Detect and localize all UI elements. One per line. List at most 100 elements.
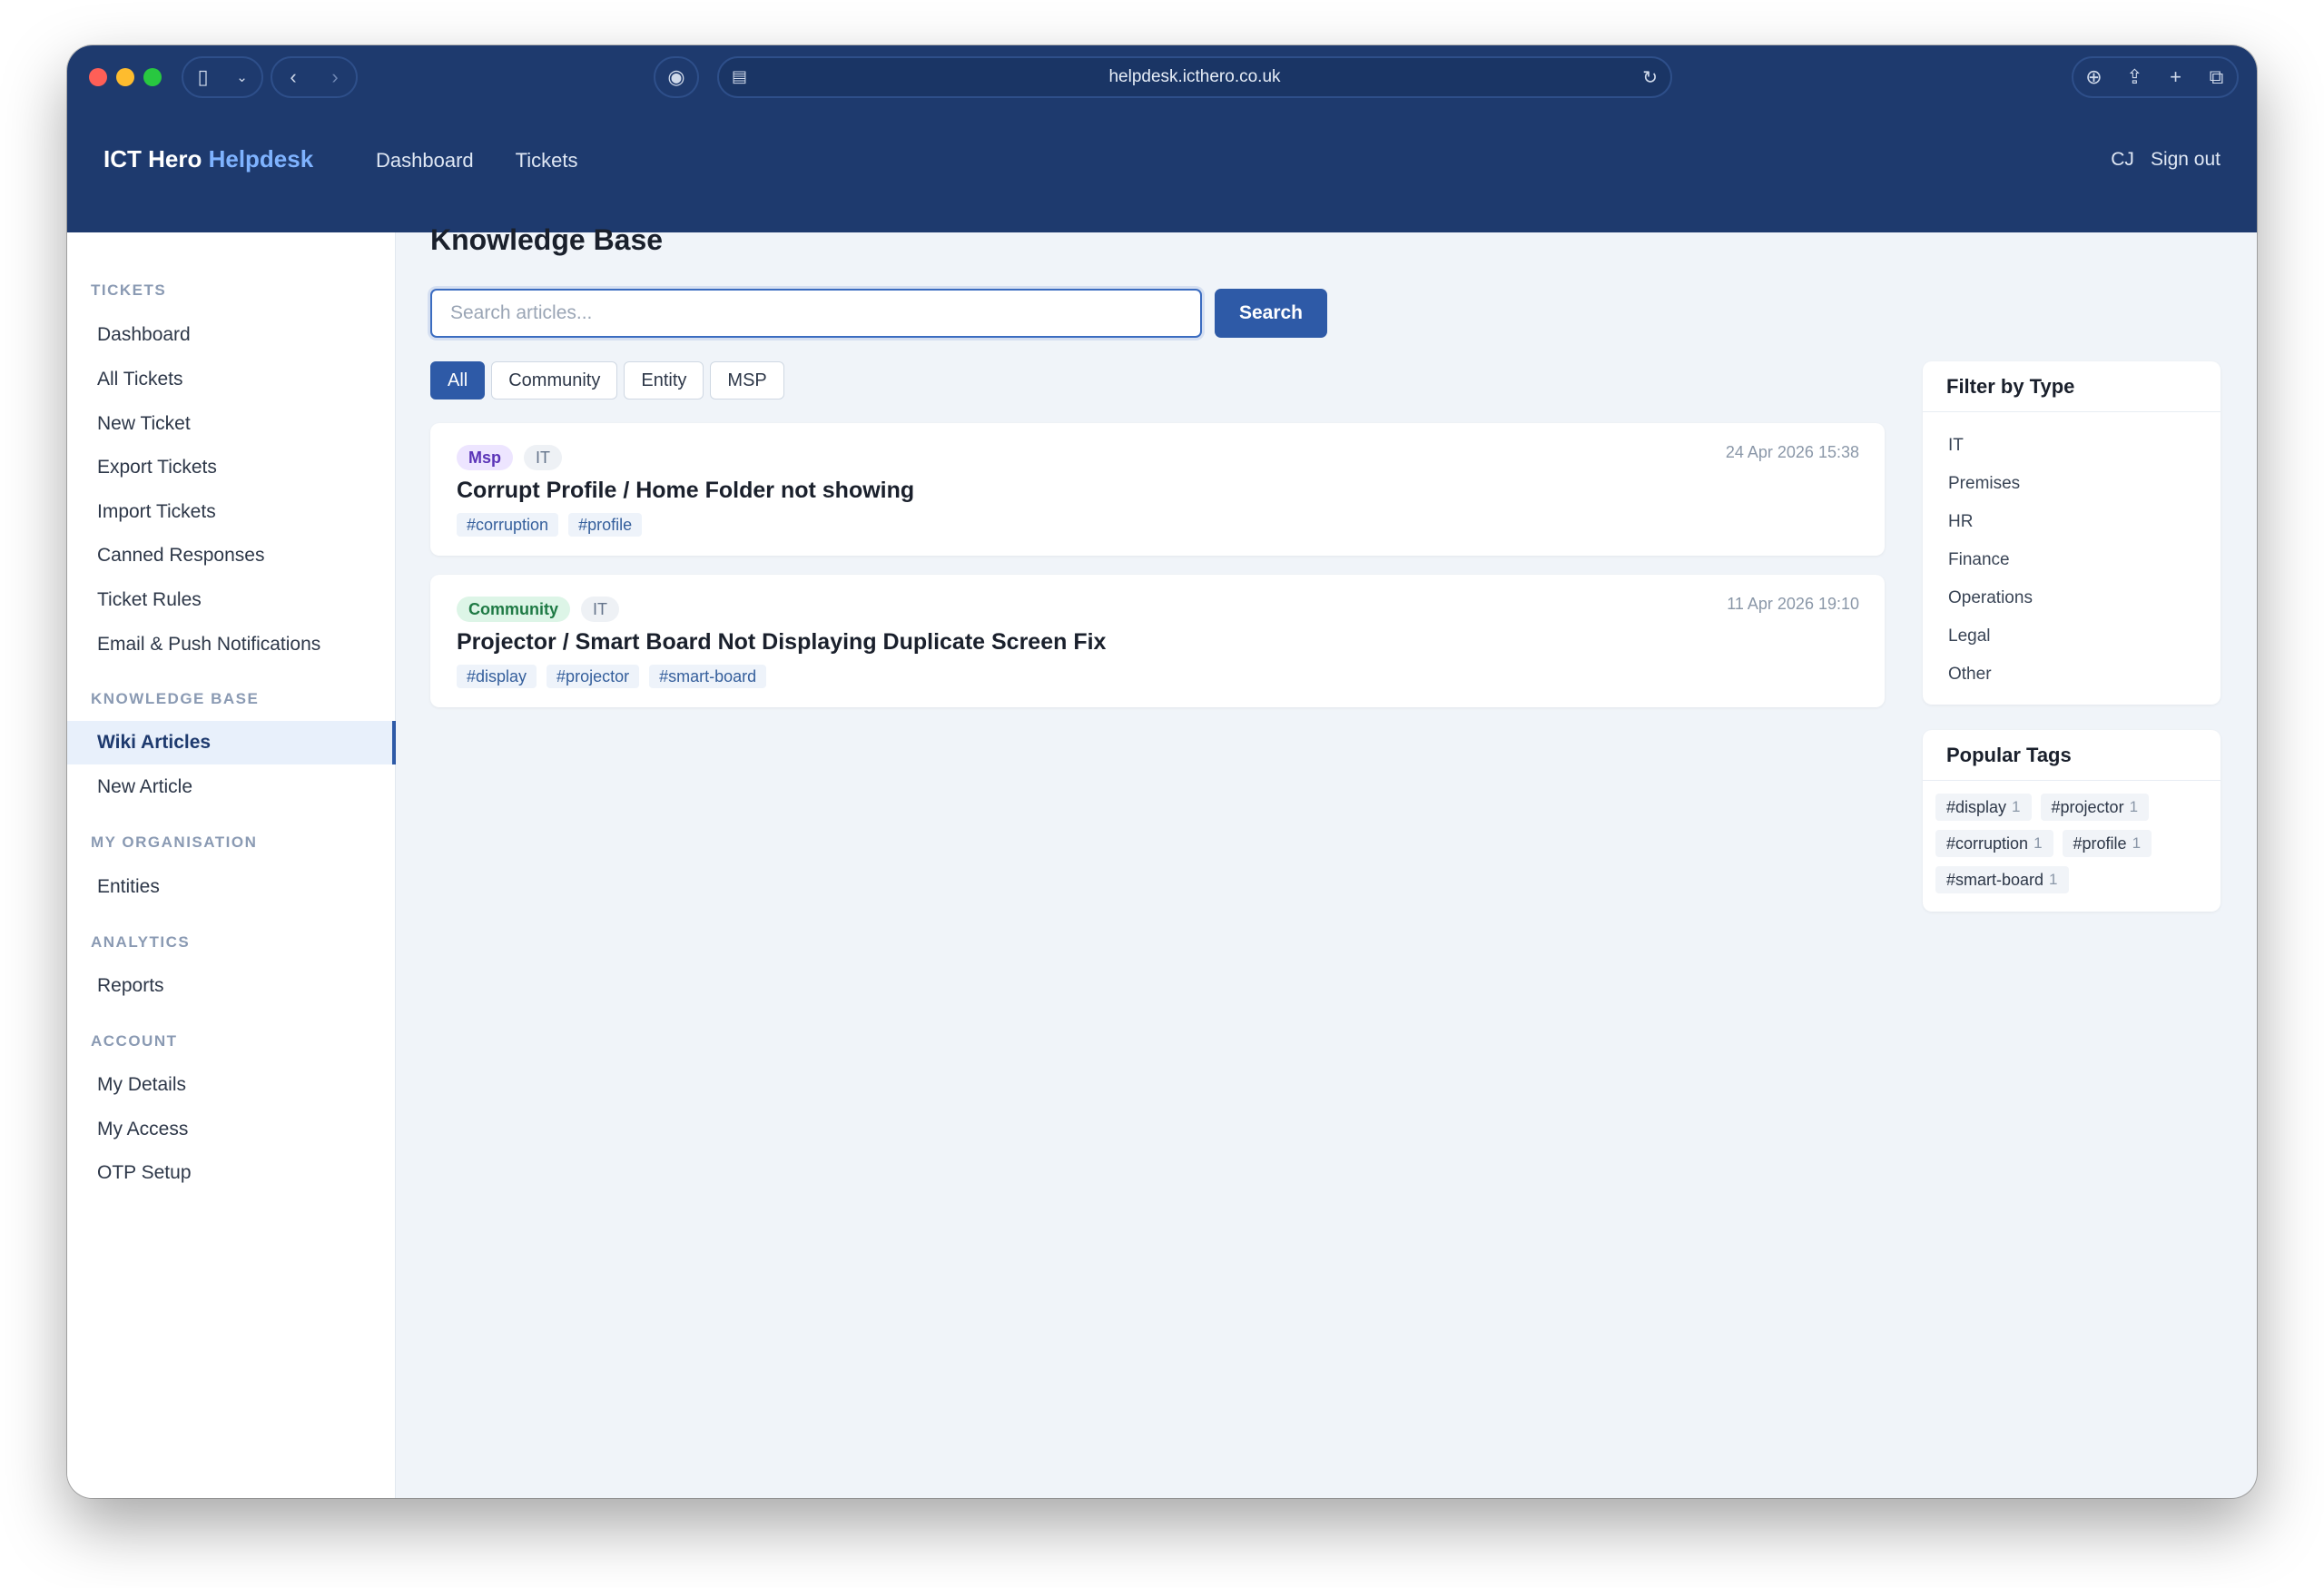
close-window-button[interactable] [89, 68, 107, 86]
site-settings-icon[interactable]: ▤ [732, 67, 747, 86]
search-input[interactable] [430, 289, 1202, 338]
type-filter-premises[interactable]: Premises [1948, 474, 2020, 494]
popular-tag-name: #projector [2051, 797, 2124, 816]
browser-window: ▯ ⌄ ‹ › ◉ ▤ helpdesk.icthero.co.uk ↻ ⊕ ⇪… [67, 45, 2257, 1498]
tag-chip[interactable]: #smart-board [649, 665, 767, 688]
article-tags: #corruption #profile [457, 513, 643, 537]
forward-icon[interactable]: › [321, 65, 349, 89]
sidebar-item-reports[interactable]: Reports [67, 964, 396, 1008]
zoom-window-button[interactable] [143, 68, 162, 86]
sidebar-item-wiki-articles[interactable]: Wiki Articles [67, 721, 396, 764]
nav-tickets[interactable]: Tickets [516, 149, 578, 173]
sidebar-item-notifications[interactable]: Email & Push Notifications [67, 623, 396, 666]
tab-entity[interactable]: Entity [624, 361, 704, 399]
article-date: 24 Apr 2026 15:38 [1725, 443, 1859, 461]
sidebar-item-all-tickets[interactable]: All Tickets [67, 358, 396, 401]
download-icon[interactable]: ⊕ [2081, 65, 2108, 89]
type-filter-operations[interactable]: Operations [1948, 588, 2033, 608]
type-filter-it[interactable]: IT [1948, 436, 1964, 456]
sidebar-item-new-article[interactable]: New Article [67, 765, 396, 809]
url-text: helpdesk.icthero.co.uk [1108, 67, 1281, 86]
sidebar-heading-tickets: TICKETS [91, 281, 167, 299]
back-icon[interactable]: ‹ [280, 65, 307, 89]
type-filter-other[interactable]: Other [1948, 665, 1992, 685]
type-filter-legal[interactable]: Legal [1948, 626, 1991, 646]
sidebar-item-my-access[interactable]: My Access [67, 1108, 396, 1151]
sidebar: TICKETS Dashboard All Tickets New Ticket… [67, 232, 396, 1498]
article-card[interactable]: Msp IT 24 Apr 2026 15:38 Corrupt Profile… [430, 423, 1885, 556]
popular-tag-count: 1 [2034, 834, 2043, 852]
article-badges: Community IT [457, 597, 619, 622]
sidebar-item-canned-responses[interactable]: Canned Responses [67, 534, 396, 577]
tag-chip[interactable]: #profile [568, 513, 643, 537]
sidebar-icon: ▯ [197, 65, 209, 88]
chevron-down-icon: ⌄ [236, 70, 248, 85]
share-icon[interactable]: ⇪ [2122, 65, 2149, 89]
privacy-button[interactable]: ◉ [654, 56, 699, 98]
user-initials[interactable]: CJ [2111, 149, 2134, 171]
popular-tag-count: 1 [2132, 834, 2142, 852]
sidebar-item-entities[interactable]: Entities [67, 865, 396, 909]
scope-badge: Msp [457, 445, 513, 470]
nav-dashboard[interactable]: Dashboard [376, 149, 474, 173]
popular-tags-panel: Popular Tags #display 1 #projector 1 #co… [1923, 730, 2221, 912]
sidebar-item-import-tickets[interactable]: Import Tickets [67, 490, 396, 534]
page-title: Knowledge Base [430, 223, 664, 256]
article-date: 11 Apr 2026 19:10 [1727, 595, 1859, 613]
type-filter-hr[interactable]: HR [1948, 512, 1973, 532]
popular-tag-count: 1 [2129, 798, 2139, 815]
app-header: ICT Hero Helpdesk Dashboard Tickets CJ S… [67, 109, 2257, 232]
tabs-overview-icon[interactable]: ⧉ [2203, 65, 2230, 89]
sidebar-item-otp-setup[interactable]: OTP Setup [67, 1151, 396, 1195]
popular-tag[interactable]: #profile 1 [2062, 830, 2152, 857]
shield-icon: ◉ [667, 65, 685, 88]
minimize-window-button[interactable] [116, 68, 134, 86]
article-title[interactable]: Corrupt Profile / Home Folder not showin… [457, 478, 914, 504]
tag-chip[interactable]: #display [457, 665, 537, 688]
sidebar-item-new-ticket[interactable]: New Ticket [67, 402, 396, 446]
panel-title: Popular Tags [1923, 730, 2221, 781]
type-filter-finance[interactable]: Finance [1948, 550, 2010, 570]
popular-tag[interactable]: #corruption 1 [1935, 830, 2053, 857]
history-nav: ‹ › [271, 56, 358, 98]
article-title[interactable]: Projector / Smart Board Not Displaying D… [457, 629, 1106, 656]
filter-tabs: All Community Entity MSP [430, 361, 784, 399]
type-badge: IT [524, 445, 562, 470]
article-badges: Msp IT [457, 445, 562, 470]
sidebar-heading-analytics: ANALYTICS [91, 933, 191, 951]
user-menu: CJ Sign out [2111, 149, 2221, 171]
new-tab-icon[interactable]: + [2162, 65, 2190, 89]
sidebar-item-dashboard[interactable]: Dashboard [67, 313, 396, 357]
popular-tags-list: #display 1 #projector 1 #corruption 1 #p… [1935, 794, 2208, 893]
popular-tag[interactable]: #projector 1 [2040, 794, 2150, 821]
popular-tag[interactable]: #display 1 [1935, 794, 2032, 821]
top-nav: Dashboard Tickets [376, 149, 578, 173]
scope-badge: Community [457, 597, 570, 622]
popular-tag-name: #corruption [1946, 833, 2029, 853]
sidebar-item-ticket-rules[interactable]: Ticket Rules [67, 578, 396, 622]
popular-tag[interactable]: #smart-board 1 [1935, 866, 2069, 893]
search-button[interactable]: Search [1215, 289, 1327, 338]
tag-chip[interactable]: #corruption [457, 513, 559, 537]
popular-tag-name: #smart-board [1946, 870, 2044, 889]
reload-icon[interactable]: ↻ [1642, 66, 1658, 89]
sidebar-heading-knowledge-base: KNOWLEDGE BASE [91, 690, 260, 707]
sidebar-toggle-button[interactable]: ▯ ⌄ [182, 56, 263, 98]
sidebar-item-export-tickets[interactable]: Export Tickets [67, 446, 396, 489]
sidebar-item-my-details[interactable]: My Details [67, 1063, 396, 1107]
tag-chip[interactable]: #projector [547, 665, 640, 688]
popular-tag-count: 1 [2049, 871, 2058, 888]
filter-by-type-panel: Filter by Type IT Premises HR Finance Op… [1923, 361, 2221, 705]
brand-logo[interactable]: ICT Hero Helpdesk [103, 145, 313, 173]
tab-msp[interactable]: MSP [710, 361, 784, 399]
sign-out-link[interactable]: Sign out [2151, 149, 2221, 171]
address-bar[interactable]: ▤ helpdesk.icthero.co.uk ↻ [717, 56, 1672, 98]
browser-toolbar: ▯ ⌄ ‹ › ◉ ▤ helpdesk.icthero.co.uk ↻ ⊕ ⇪… [67, 45, 2257, 109]
popular-tag-count: 1 [2012, 798, 2021, 815]
article-card[interactable]: Community IT 11 Apr 2026 19:10 Projector… [430, 575, 1885, 707]
tab-community[interactable]: Community [491, 361, 618, 399]
tab-all[interactable]: All [430, 361, 486, 399]
browser-actions: ⊕ ⇪ + ⧉ [2072, 56, 2239, 98]
article-tags: #display #projector #smart-board [457, 665, 767, 688]
sidebar-heading-account: ACCOUNT [91, 1032, 178, 1050]
